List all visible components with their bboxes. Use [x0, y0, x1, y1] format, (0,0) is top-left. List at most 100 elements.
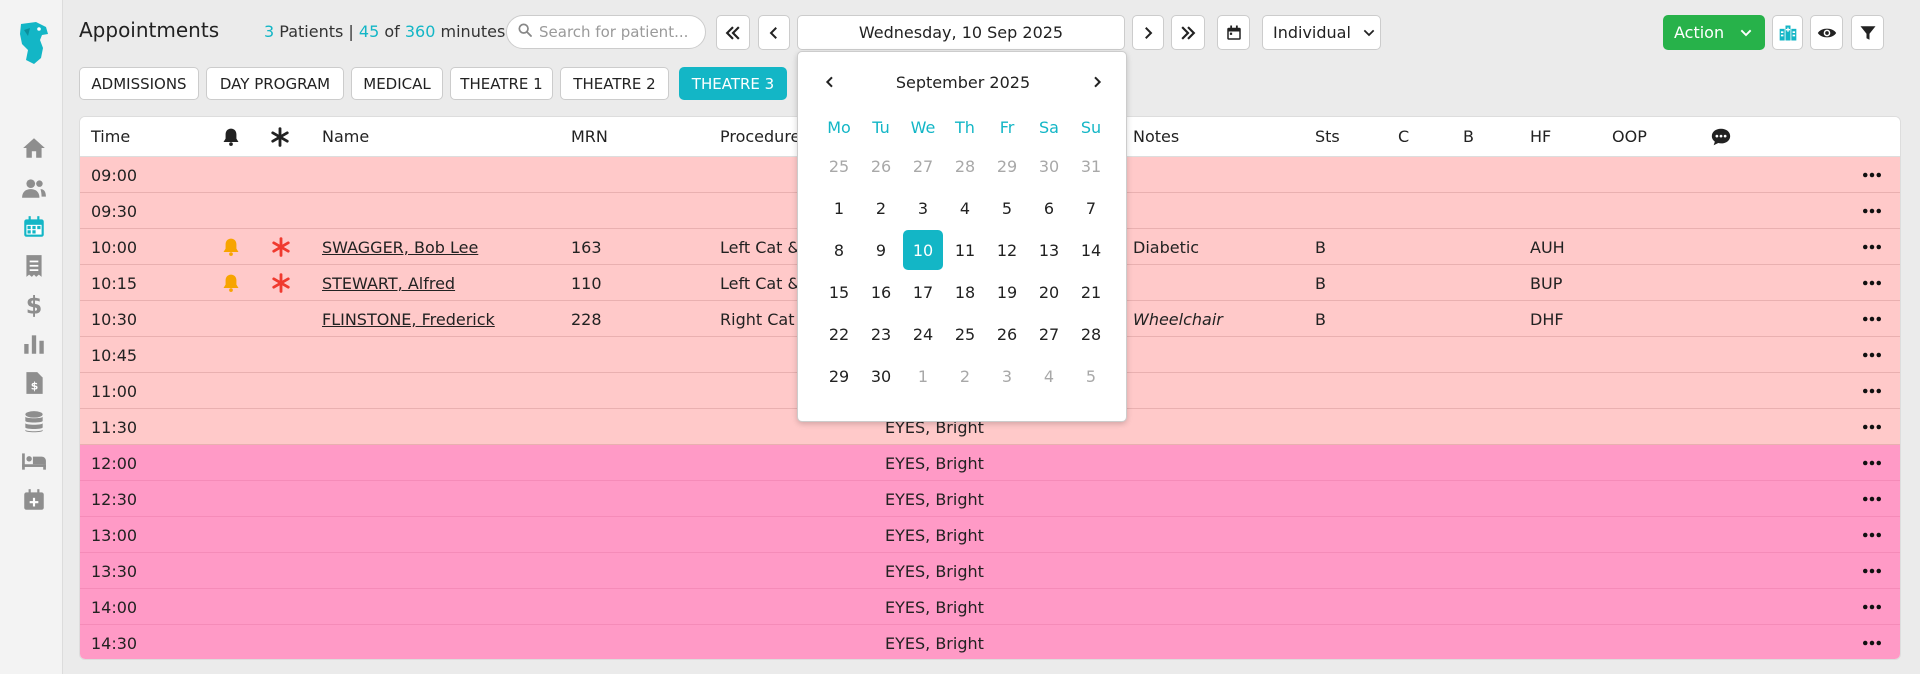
calendar-day[interactable]: 30: [861, 356, 901, 396]
bed-icon[interactable]: [20, 447, 48, 475]
more-options-icon[interactable]: [1862, 454, 1882, 472]
calendar-day[interactable]: 27: [903, 146, 943, 186]
calendar-day[interactable]: 28: [945, 146, 985, 186]
calendar-day[interactable]: 6: [1029, 188, 1069, 228]
calendar-day[interactable]: 5: [987, 188, 1027, 228]
calendar-day[interactable]: 20: [1029, 272, 1069, 312]
asterisk-icon[interactable]: [271, 237, 291, 261]
calendar-day[interactable]: 27: [1029, 314, 1069, 354]
search-input[interactable]: [539, 23, 699, 41]
patient-search[interactable]: [506, 15, 706, 49]
col-notes[interactable]: Notes: [1133, 127, 1179, 146]
asterisk-icon[interactable]: [271, 273, 291, 297]
calendar-day[interactable]: 25: [945, 314, 985, 354]
date-field[interactable]: Wednesday, 10 Sep 2025: [797, 15, 1125, 50]
calendar-day[interactable]: 2: [945, 356, 985, 396]
calendar-day[interactable]: 9: [861, 230, 901, 270]
bar-chart-icon[interactable]: [20, 330, 48, 358]
next-week-button[interactable]: [1171, 15, 1205, 50]
calendar-day[interactable]: 26: [987, 314, 1027, 354]
calendar-day[interactable]: 7: [1071, 188, 1111, 228]
calendar-day[interactable]: 4: [945, 188, 985, 228]
calendar-day[interactable]: 2: [861, 188, 901, 228]
calendar-icon[interactable]: [20, 213, 48, 241]
next-day-button[interactable]: [1132, 15, 1164, 50]
action-button[interactable]: Action: [1663, 15, 1765, 50]
table-row[interactable]: 13:00 EYES, Bright: [80, 517, 1900, 553]
calendar-day[interactable]: 29: [987, 146, 1027, 186]
table-row[interactable]: 14:30 EYES, Bright: [80, 625, 1900, 659]
calendar-day[interactable]: 28: [1071, 314, 1111, 354]
patient-name-link[interactable]: FLINSTONE, Frederick: [322, 310, 495, 329]
table-row[interactable]: 12:30 EYES, Bright: [80, 481, 1900, 517]
more-options-icon[interactable]: [1862, 166, 1882, 184]
more-options-icon[interactable]: [1862, 634, 1882, 652]
table-row[interactable]: 12:00 EYES, Bright: [80, 445, 1900, 481]
calendar-day[interactable]: 29: [819, 356, 859, 396]
calendar-day[interactable]: 16: [861, 272, 901, 312]
more-options-icon[interactable]: [1862, 310, 1882, 328]
calendar-day[interactable]: 5: [1071, 356, 1111, 396]
selected-day[interactable]: 10: [903, 230, 943, 270]
more-options-icon[interactable]: [1862, 598, 1882, 616]
calendar-day[interactable]: 11: [945, 230, 985, 270]
calendar-day[interactable]: 19: [987, 272, 1027, 312]
more-options-icon[interactable]: [1862, 562, 1882, 580]
calendar-plus-icon[interactable]: [20, 486, 48, 514]
col-oop[interactable]: OOP: [1612, 127, 1647, 146]
tab-medical[interactable]: MEDICAL: [351, 67, 443, 100]
col-sts[interactable]: Sts: [1315, 127, 1340, 146]
calendar-day[interactable]: 21: [1071, 272, 1111, 312]
calendar-day[interactable]: 3: [987, 356, 1027, 396]
col-name[interactable]: Name: [322, 127, 369, 146]
col-time[interactable]: Time: [91, 127, 130, 146]
col-procedure[interactable]: Procedure: [720, 127, 800, 146]
table-row[interactable]: 13:30 EYES, Bright: [80, 553, 1900, 589]
calendar-day[interactable]: 17: [903, 272, 943, 312]
home-icon[interactable]: [20, 134, 48, 162]
brand-logo[interactable]: [16, 20, 50, 66]
patient-name-link[interactable]: SWAGGER, Bob Lee: [322, 238, 478, 257]
calendar-day[interactable]: 25: [819, 146, 859, 186]
calendar-day[interactable]: 3: [903, 188, 943, 228]
calendar-button[interactable]: [1217, 15, 1250, 50]
more-options-icon[interactable]: [1862, 238, 1882, 256]
view-toggle-button[interactable]: [1810, 15, 1843, 50]
tab-theatre-2[interactable]: THEATRE 2: [560, 67, 669, 100]
more-options-icon[interactable]: [1862, 382, 1882, 400]
col-hf[interactable]: HF: [1530, 127, 1551, 146]
hospital-building-button[interactable]: [1772, 15, 1803, 50]
database-icon[interactable]: [20, 408, 48, 436]
patient-name-link[interactable]: STEWART, Alfred: [322, 274, 455, 293]
receipt-icon[interactable]: [20, 252, 48, 280]
filter-button[interactable]: [1851, 15, 1884, 50]
calendar-day[interactable]: 30: [1029, 146, 1069, 186]
calendar-day[interactable]: 22: [819, 314, 859, 354]
invoice-icon[interactable]: $: [20, 369, 48, 397]
more-options-icon[interactable]: [1862, 202, 1882, 220]
calendar-day[interactable]: 24: [903, 314, 943, 354]
bell-icon[interactable]: [221, 237, 241, 261]
more-options-icon[interactable]: [1862, 490, 1882, 508]
users-icon[interactable]: [20, 174, 48, 202]
tab-theatre-1[interactable]: THEATRE 1: [450, 67, 553, 100]
calendar-day[interactable]: 14: [1071, 230, 1111, 270]
tab-admissions[interactable]: ADMISSIONS: [79, 67, 199, 100]
calendar-day[interactable]: 1: [819, 188, 859, 228]
calendar-day[interactable]: 1: [903, 356, 943, 396]
more-options-icon[interactable]: [1862, 346, 1882, 364]
col-mrn[interactable]: MRN: [571, 127, 608, 146]
tab-day-program[interactable]: DAY PROGRAM: [206, 67, 344, 100]
calendar-day[interactable]: 4: [1029, 356, 1069, 396]
calendar-day[interactable]: 23: [861, 314, 901, 354]
calendar-day[interactable]: 12: [987, 230, 1027, 270]
calendar-day[interactable]: 8: [819, 230, 859, 270]
dollar-icon[interactable]: $: [20, 291, 48, 319]
calendar-day[interactable]: 18: [945, 272, 985, 312]
tab-theatre-3[interactable]: THEATRE 3: [679, 67, 787, 100]
calendar-day[interactable]: 15: [819, 272, 859, 312]
calendar-day[interactable]: 31: [1071, 146, 1111, 186]
more-options-icon[interactable]: [1862, 274, 1882, 292]
table-row[interactable]: 14:00 EYES, Bright: [80, 589, 1900, 625]
next-month-button[interactable]: [1087, 72, 1107, 92]
